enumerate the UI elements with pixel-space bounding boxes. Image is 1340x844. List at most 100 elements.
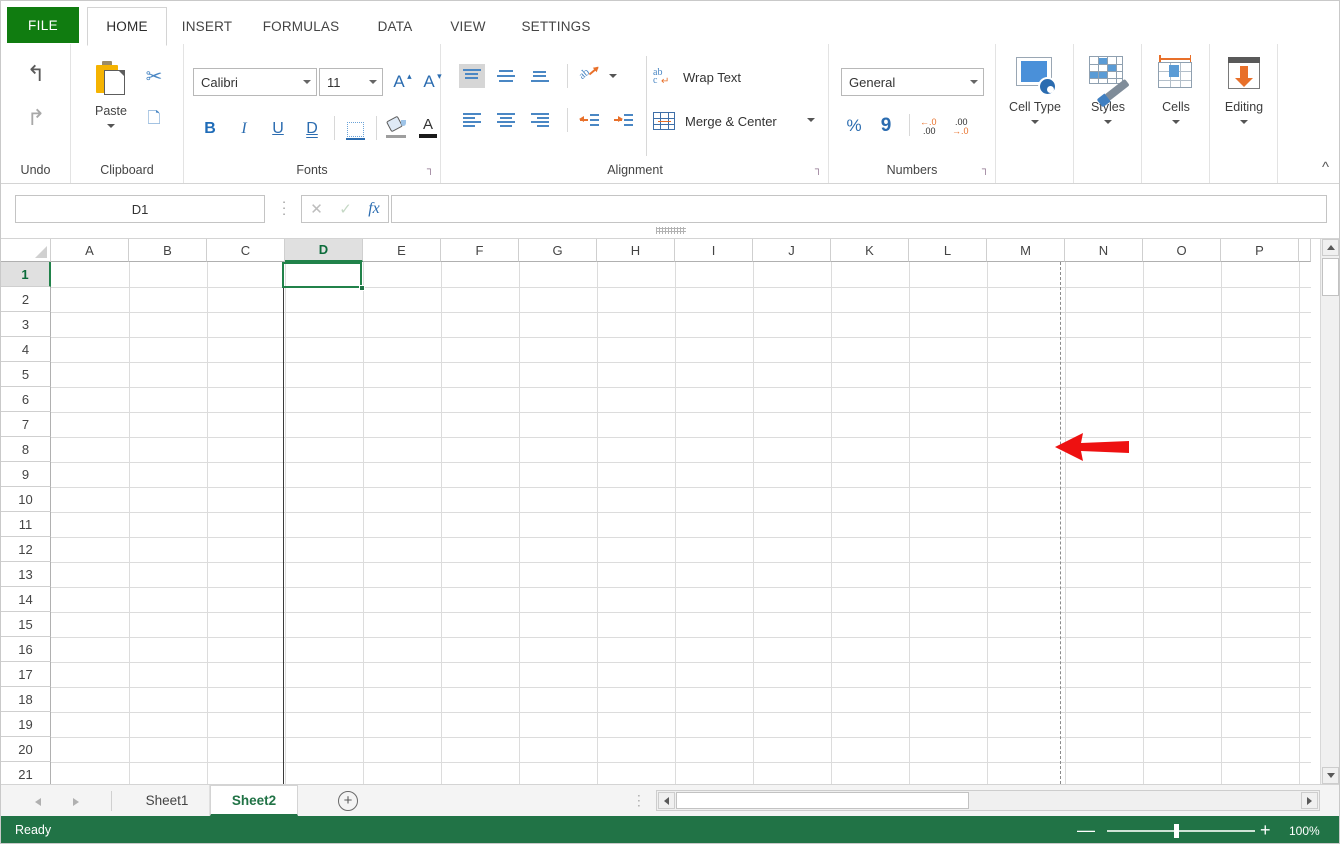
column-header-h[interactable]: H — [597, 239, 675, 262]
cell-type-button[interactable]: Cell Type — [1002, 50, 1068, 168]
percent-style-button[interactable]: % — [841, 112, 867, 140]
formula-bar-resize-grip[interactable] — [656, 227, 686, 234]
column-header-g[interactable]: G — [519, 239, 597, 262]
column-header-j[interactable]: J — [753, 239, 831, 262]
vertical-scrollbar[interactable] — [1320, 239, 1339, 784]
row-header-15[interactable]: 15 — [1, 612, 51, 637]
horizontal-scroll-thumb[interactable] — [676, 792, 969, 809]
increase-decimal-button[interactable]: ←.0.00 — [917, 112, 945, 140]
align-middle-button[interactable] — [493, 64, 519, 88]
row-header-20[interactable]: 20 — [1, 737, 51, 762]
row-header-6[interactable]: 6 — [1, 387, 51, 412]
scroll-down-button[interactable] — [1322, 767, 1339, 784]
cell-type-dropdown-arrow[interactable] — [1031, 120, 1039, 124]
scroll-right-button[interactable] — [1301, 792, 1318, 809]
redo-button[interactable]: ↱ — [17, 102, 55, 136]
font-name-combo[interactable]: Calibri — [193, 68, 317, 96]
tab-file[interactable]: FILE — [7, 7, 79, 43]
row-header-1[interactable]: 1 — [1, 262, 51, 287]
cancel-x-icon[interactable]: ✕ — [310, 200, 323, 218]
cut-button[interactable]: ✂ — [139, 62, 169, 90]
row-header-19[interactable]: 19 — [1, 712, 51, 737]
sheet-tab-sheet1[interactable]: Sheet1 — [125, 785, 210, 816]
fill-color-button[interactable] — [382, 114, 410, 142]
align-right-button[interactable] — [527, 108, 553, 132]
vertical-scroll-thumb[interactable] — [1322, 258, 1339, 296]
decrease-indent-button[interactable] — [575, 108, 603, 134]
row-header-4[interactable]: 4 — [1, 337, 51, 362]
numbers-dialog-launcher[interactable]: ┐ — [982, 165, 989, 175]
select-all-corner[interactable] — [1, 239, 51, 262]
row-header-18[interactable]: 18 — [1, 687, 51, 712]
increase-font-size-button[interactable]: A ▴ — [386, 68, 412, 96]
row-header-2[interactable]: 2 — [1, 287, 51, 312]
align-bottom-button[interactable] — [527, 64, 553, 88]
row-header-7[interactable]: 7 — [1, 412, 51, 437]
column-header-p[interactable]: P — [1221, 239, 1299, 262]
scroll-up-button[interactable] — [1322, 239, 1339, 256]
next-sheet-button[interactable] — [67, 793, 84, 810]
column-header-a[interactable]: A — [51, 239, 129, 262]
tab-view[interactable]: VIEW — [437, 7, 499, 45]
tab-formulas[interactable]: FORMULAS — [251, 7, 351, 45]
row-header-3[interactable]: 3 — [1, 312, 51, 337]
wrap-text-button[interactable]: ab c ↵ Wrap Text — [653, 62, 821, 92]
column-header-o[interactable]: O — [1143, 239, 1221, 262]
editing-dropdown-arrow[interactable] — [1240, 120, 1248, 124]
row-header-9[interactable]: 9 — [1, 462, 51, 487]
undo-button[interactable]: ↰ — [17, 58, 55, 92]
tab-settings[interactable]: SETTINGS — [507, 7, 605, 45]
tab-home[interactable]: HOME — [87, 7, 167, 46]
styles-dropdown-arrow[interactable] — [1104, 120, 1112, 124]
insert-function-fx-icon[interactable]: fx — [368, 200, 380, 218]
zoom-in-button[interactable]: + — [1260, 821, 1271, 839]
zoom-out-button[interactable]: — — [1077, 821, 1095, 839]
confirm-check-icon[interactable]: ✓ — [339, 200, 352, 218]
cells-dropdown-arrow[interactable] — [1172, 120, 1180, 124]
merge-center-button[interactable]: Merge & Center — [653, 106, 803, 136]
increase-indent-button[interactable] — [609, 108, 637, 134]
number-format-combo[interactable]: General — [841, 68, 984, 96]
horizontal-scrollbar[interactable] — [656, 790, 1320, 811]
row-header-8[interactable]: 8 — [1, 437, 51, 462]
cells-button[interactable]: Cells — [1143, 50, 1209, 168]
italic-button[interactable]: I — [232, 116, 256, 142]
sheet-tab-sheet2[interactable]: Sheet2 — [210, 785, 298, 816]
column-header-c[interactable]: C — [207, 239, 285, 262]
font-size-combo[interactable]: 11 — [319, 68, 383, 96]
horizontal-split-handle[interactable]: ⋅ ⋅ ⋅ — [637, 790, 641, 812]
align-left-button[interactable] — [459, 108, 485, 132]
double-underline-button[interactable]: D — [300, 116, 324, 142]
active-cell-selection[interactable] — [282, 262, 362, 288]
column-header-partial[interactable] — [1299, 239, 1311, 262]
bold-button[interactable]: B — [198, 116, 222, 142]
fonts-dialog-launcher[interactable]: ┐ — [427, 165, 434, 175]
row-header-5[interactable]: 5 — [1, 362, 51, 387]
column-header-k[interactable]: K — [831, 239, 909, 262]
scroll-left-button[interactable] — [658, 792, 675, 809]
row-header-14[interactable]: 14 — [1, 587, 51, 612]
name-box-resize-dots[interactable]: ⋅ ⋅ ⋅ — [282, 196, 286, 221]
comma-style-button[interactable]: 9 — [873, 112, 899, 140]
decrease-font-size-button[interactable]: A ▾ — [416, 68, 442, 96]
column-header-b[interactable]: B — [129, 239, 207, 262]
row-header-17[interactable]: 17 — [1, 662, 51, 687]
number-format-dropdown-arrow[interactable] — [965, 80, 983, 84]
decrease-decimal-button[interactable]: .00 →.0 — [949, 112, 977, 140]
tab-data[interactable]: DATA — [361, 7, 429, 45]
column-header-m[interactable]: M — [987, 239, 1065, 262]
copy-button[interactable]: 🗋 — [139, 106, 169, 134]
font-size-dropdown-arrow[interactable] — [364, 80, 382, 84]
column-header-f[interactable]: F — [441, 239, 519, 262]
styles-button[interactable]: Styles — [1075, 50, 1141, 168]
collapse-ribbon-chevron-icon[interactable]: ^ — [1322, 160, 1329, 175]
font-name-dropdown-arrow[interactable] — [298, 80, 316, 84]
editing-button[interactable]: Editing — [1211, 50, 1277, 168]
add-sheet-plus-icon[interactable]: + — [338, 791, 358, 811]
borders-button[interactable] — [342, 116, 368, 142]
column-header-l[interactable]: L — [909, 239, 987, 262]
text-orientation-button[interactable]: ab — [575, 62, 603, 90]
align-top-button[interactable] — [459, 64, 485, 88]
row-header-16[interactable]: 16 — [1, 637, 51, 662]
column-header-n[interactable]: N — [1065, 239, 1143, 262]
